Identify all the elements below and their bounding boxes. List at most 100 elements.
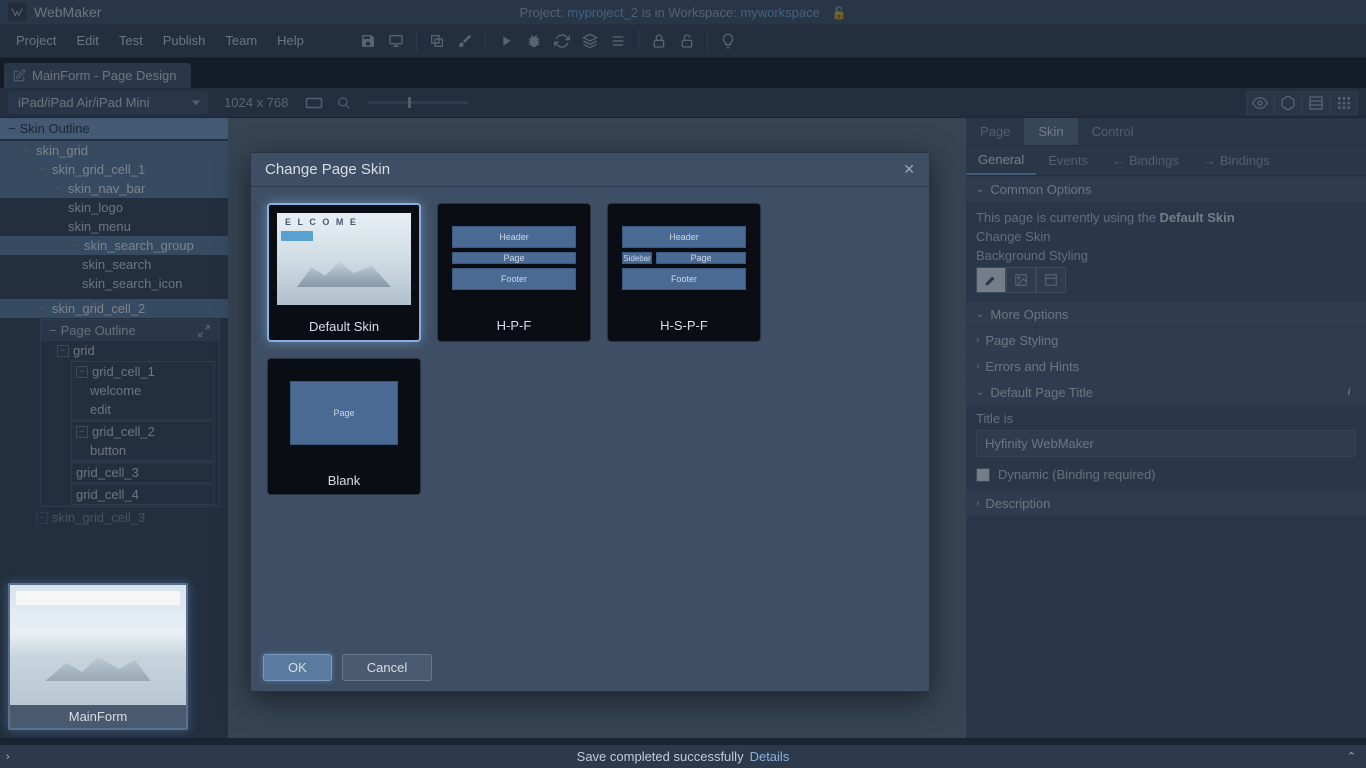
box-icon[interactable] [1274,91,1302,115]
status-message: Save completed successfully [577,749,744,764]
bg-layout-icon[interactable] [1036,267,1066,293]
tree-grid-cell-2[interactable]: −grid_cell_2 [72,422,214,441]
unlock-icon[interactable]: 🔓 [832,6,847,20]
project-prefix: Project: [520,5,568,20]
dynamic-checkbox-row[interactable]: Dynamic (Binding required) [966,463,1366,490]
grid-icon[interactable] [1330,91,1358,115]
chevron-right-icon: › [976,335,979,346]
bg-image-icon[interactable] [1006,267,1036,293]
copy-icon[interactable] [423,27,451,55]
grid-select-icon[interactable] [1302,91,1330,115]
subtab-bindings-out[interactable]: →Bindings [1191,146,1282,175]
tree-edit[interactable]: edit [72,400,214,419]
menu-team[interactable]: Team [215,27,267,54]
unlock-icon[interactable] [673,27,701,55]
status-collapse-left-icon[interactable]: › [6,751,10,763]
skin-label: H-P-F [438,312,590,339]
play-icon[interactable] [492,27,520,55]
ok-button[interactable]: OK [263,654,332,681]
expand-icon[interactable] [197,324,211,338]
tree-grid-cell-4[interactable]: grid_cell_4 [72,485,214,504]
page-outline-label: Page Outline [61,323,136,338]
arrow-left-icon: ← [1112,153,1125,168]
section-page-styling[interactable]: ›Page Styling [966,327,1366,353]
skin-label: H-S-P-F [608,312,760,339]
menu-bar: Project Edit Test Publish Team Help [0,24,1366,58]
tree-skin-nav-bar[interactable]: −skin_nav_bar [0,179,228,198]
menu-test[interactable]: Test [109,27,153,54]
dialog-header: Change Page Skin ✕ [251,153,929,187]
chevron-down-icon: ⌄ [976,184,984,195]
bg-pencil-icon[interactable] [976,267,1006,293]
tab-skin[interactable]: Skin [1024,118,1077,145]
tree-skin-search-group[interactable]: −skin_search_group [0,236,228,255]
bug-icon[interactable] [520,27,548,55]
tree-skin-grid[interactable]: −skin_grid [0,141,228,160]
status-details-link[interactable]: Details [750,749,790,764]
section-more-options[interactable]: ⌄More Options [966,301,1366,327]
menu-publish[interactable]: Publish [153,27,216,54]
page-title-input[interactable] [976,430,1356,457]
menu-edit[interactable]: Edit [66,27,108,54]
chevron-down-icon: ⌄ [976,309,984,320]
app-logo [8,3,26,21]
device-toolbar: iPad/iPad Air/iPad Mini 1024 x 768 [0,88,1366,118]
save-icon[interactable] [354,27,382,55]
menu-help[interactable]: Help [267,27,314,54]
device-select[interactable]: iPad/iPad Air/iPad Mini [8,91,208,114]
skin-card-hpf[interactable]: HeaderPageFooter H-P-F [437,203,591,342]
section-default-page-title[interactable]: ⌄Default Page Titlei [966,379,1366,405]
refresh-icon[interactable] [548,27,576,55]
skin-card-default[interactable]: Default Skin [267,203,421,342]
page-thumbnail[interactable]: MainForm [8,583,188,730]
desktop-icon[interactable] [382,27,410,55]
section-errors-hints[interactable]: ›Errors and Hints [966,353,1366,379]
tab-mainform[interactable]: MainForm - Page Design [4,63,191,88]
visibility-icon[interactable] [1246,91,1274,115]
canvas-dimensions: 1024 x 768 [224,95,288,110]
brush-icon[interactable] [451,27,479,55]
info-icon[interactable]: i [1342,386,1356,400]
list-icon[interactable] [604,27,632,55]
subtab-events[interactable]: Events [1036,146,1100,175]
skin-card-hspf[interactable]: HeaderSidebarPageFooter H-S-P-F [607,203,761,342]
current-skin-text: This page is currently using the Default… [976,210,1356,225]
dialog-close-icon[interactable]: ✕ [903,161,915,178]
lock-icon[interactable] [645,27,673,55]
tree-skin-grid-cell-3[interactable]: −skin_grid_cell_3 [0,508,228,527]
tab-control[interactable]: Control [1078,118,1148,145]
tree-grid-cell-3[interactable]: grid_cell_3 [72,463,214,482]
rotate-icon[interactable] [302,93,326,113]
workspace-name: myworkspace [740,5,819,20]
tree-skin-search-icon[interactable]: skin_search_icon [0,274,228,293]
tree-skin-search[interactable]: skin_search [0,255,228,274]
status-expand-icon[interactable]: ⌃ [1347,750,1356,763]
outline-header[interactable]: −Skin Outline [0,118,228,139]
section-common-options[interactable]: ⌄Common Options [966,176,1366,202]
section-description[interactable]: ›Description [966,490,1366,516]
tree-button[interactable]: button [72,441,214,460]
tree-skin-grid-cell-1[interactable]: −skin_grid_cell_1 [0,160,228,179]
page-outline-header[interactable]: −Page Outline [41,320,219,341]
layers-icon[interactable] [576,27,604,55]
app-name: WebMaker [34,4,101,20]
tree-welcome[interactable]: welcome [72,381,214,400]
title-is-label: Title is [976,411,1356,426]
bulb-icon[interactable] [714,27,742,55]
subtab-general[interactable]: General [966,146,1036,175]
subtab-bindings-in[interactable]: ←Bindings [1100,146,1191,175]
zoom-icon[interactable] [332,93,356,113]
skin-card-blank[interactable]: Page Blank [267,358,421,495]
zoom-slider[interactable] [368,101,468,104]
tree-grid-cell-1[interactable]: −grid_cell_1 [72,362,214,381]
cancel-button[interactable]: Cancel [342,654,432,681]
menu-project[interactable]: Project [6,27,66,54]
tree-skin-menu[interactable]: skin_menu [0,217,228,236]
tab-page[interactable]: Page [966,118,1024,145]
dynamic-checkbox[interactable] [976,468,990,482]
tree-skin-grid-cell-2[interactable]: −skin_grid_cell_2 [0,299,228,318]
properties-panel: Page Skin Control General Events ←Bindin… [966,118,1366,738]
tree-skin-logo[interactable]: skin_logo [0,198,228,217]
change-skin-link[interactable]: Change Skin [976,229,1356,244]
tree-grid[interactable]: −grid [41,341,219,360]
